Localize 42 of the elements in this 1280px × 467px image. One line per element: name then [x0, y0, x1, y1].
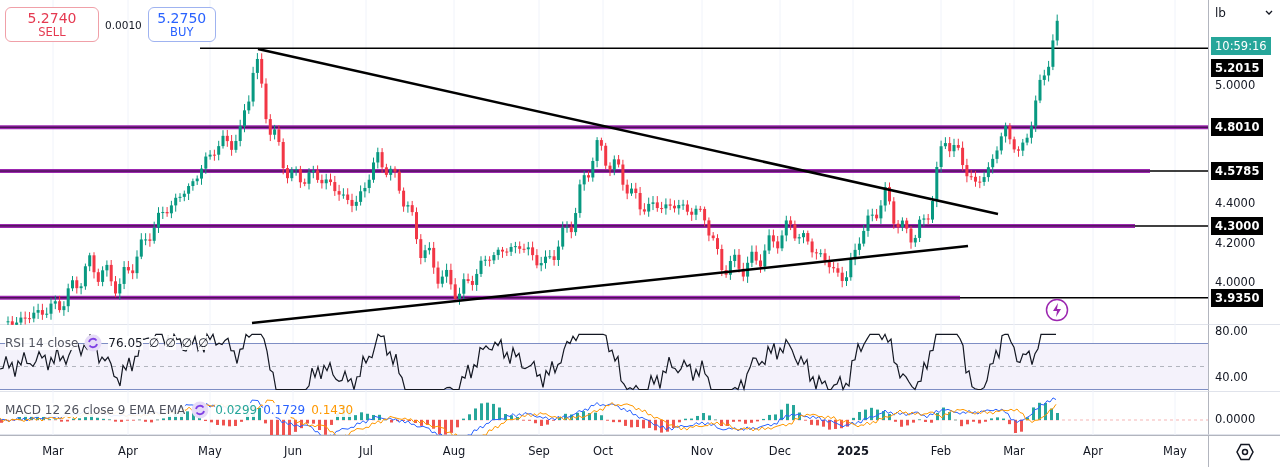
time-label: Feb — [930, 444, 952, 458]
empty-value: ∅ — [198, 336, 209, 350]
time-label: Jul — [359, 444, 373, 458]
axis-tick: 5.0000 — [1215, 78, 1256, 92]
empty-value: ∅ — [165, 336, 176, 350]
time-label: May — [1163, 444, 1187, 458]
time-label: Mar — [1003, 444, 1025, 458]
spread-value: 0.0010 — [105, 18, 142, 31]
time-label: Nov — [690, 444, 714, 458]
empty-value: ∅ — [181, 336, 193, 350]
price-label: 3.9350 — [1211, 288, 1264, 307]
time-label: 2025 — [837, 444, 869, 458]
axis-tick: 4.4000 — [1215, 196, 1256, 211]
sell-button[interactable]: 5.2740 SELL — [5, 7, 99, 43]
axis-tick: 0.0000 — [1215, 412, 1256, 426]
time-label: Apr — [1083, 444, 1103, 458]
indicator-label: RSI 14 close — [5, 336, 79, 350]
countdown-label: 10:59:16 — [1211, 37, 1271, 55]
time-label: Dec — [768, 444, 792, 458]
time-label: Aug — [442, 444, 466, 458]
indicator-value: 0.1729 — [263, 403, 306, 417]
price-label: 4.8010 — [1211, 118, 1264, 137]
indicator-value: 76.05 — [108, 336, 143, 350]
axis-tick: 4.2000 — [1215, 235, 1256, 250]
indicator-value: 0.1430 — [311, 403, 354, 417]
axis-tick: 40.00 — [1215, 370, 1248, 384]
time-label: Oct — [593, 444, 613, 458]
price-label: 4.5785 — [1211, 162, 1264, 181]
time-label: Sep — [528, 444, 550, 458]
time-label: Apr — [118, 444, 138, 458]
unit-dropdown[interactable]: lb — [1215, 6, 1273, 20]
indicator-value: 0.0299 — [215, 403, 258, 417]
time-label: Mar — [42, 444, 64, 458]
empty-value: ∅ — [148, 336, 160, 350]
price-label: 4.3000 — [1211, 216, 1264, 235]
indicator-label: MACD 12 26 close 9 EMA EMA — [5, 403, 186, 417]
axis-tick: 80.00 — [1215, 324, 1248, 338]
axis-tick: 4.0000 — [1215, 275, 1256, 289]
price-label: 5.2015 — [1211, 59, 1264, 77]
time-label: Jun — [284, 444, 302, 458]
time-label: May — [198, 444, 222, 458]
buy-button[interactable]: 5.2750 BUY — [147, 7, 216, 43]
